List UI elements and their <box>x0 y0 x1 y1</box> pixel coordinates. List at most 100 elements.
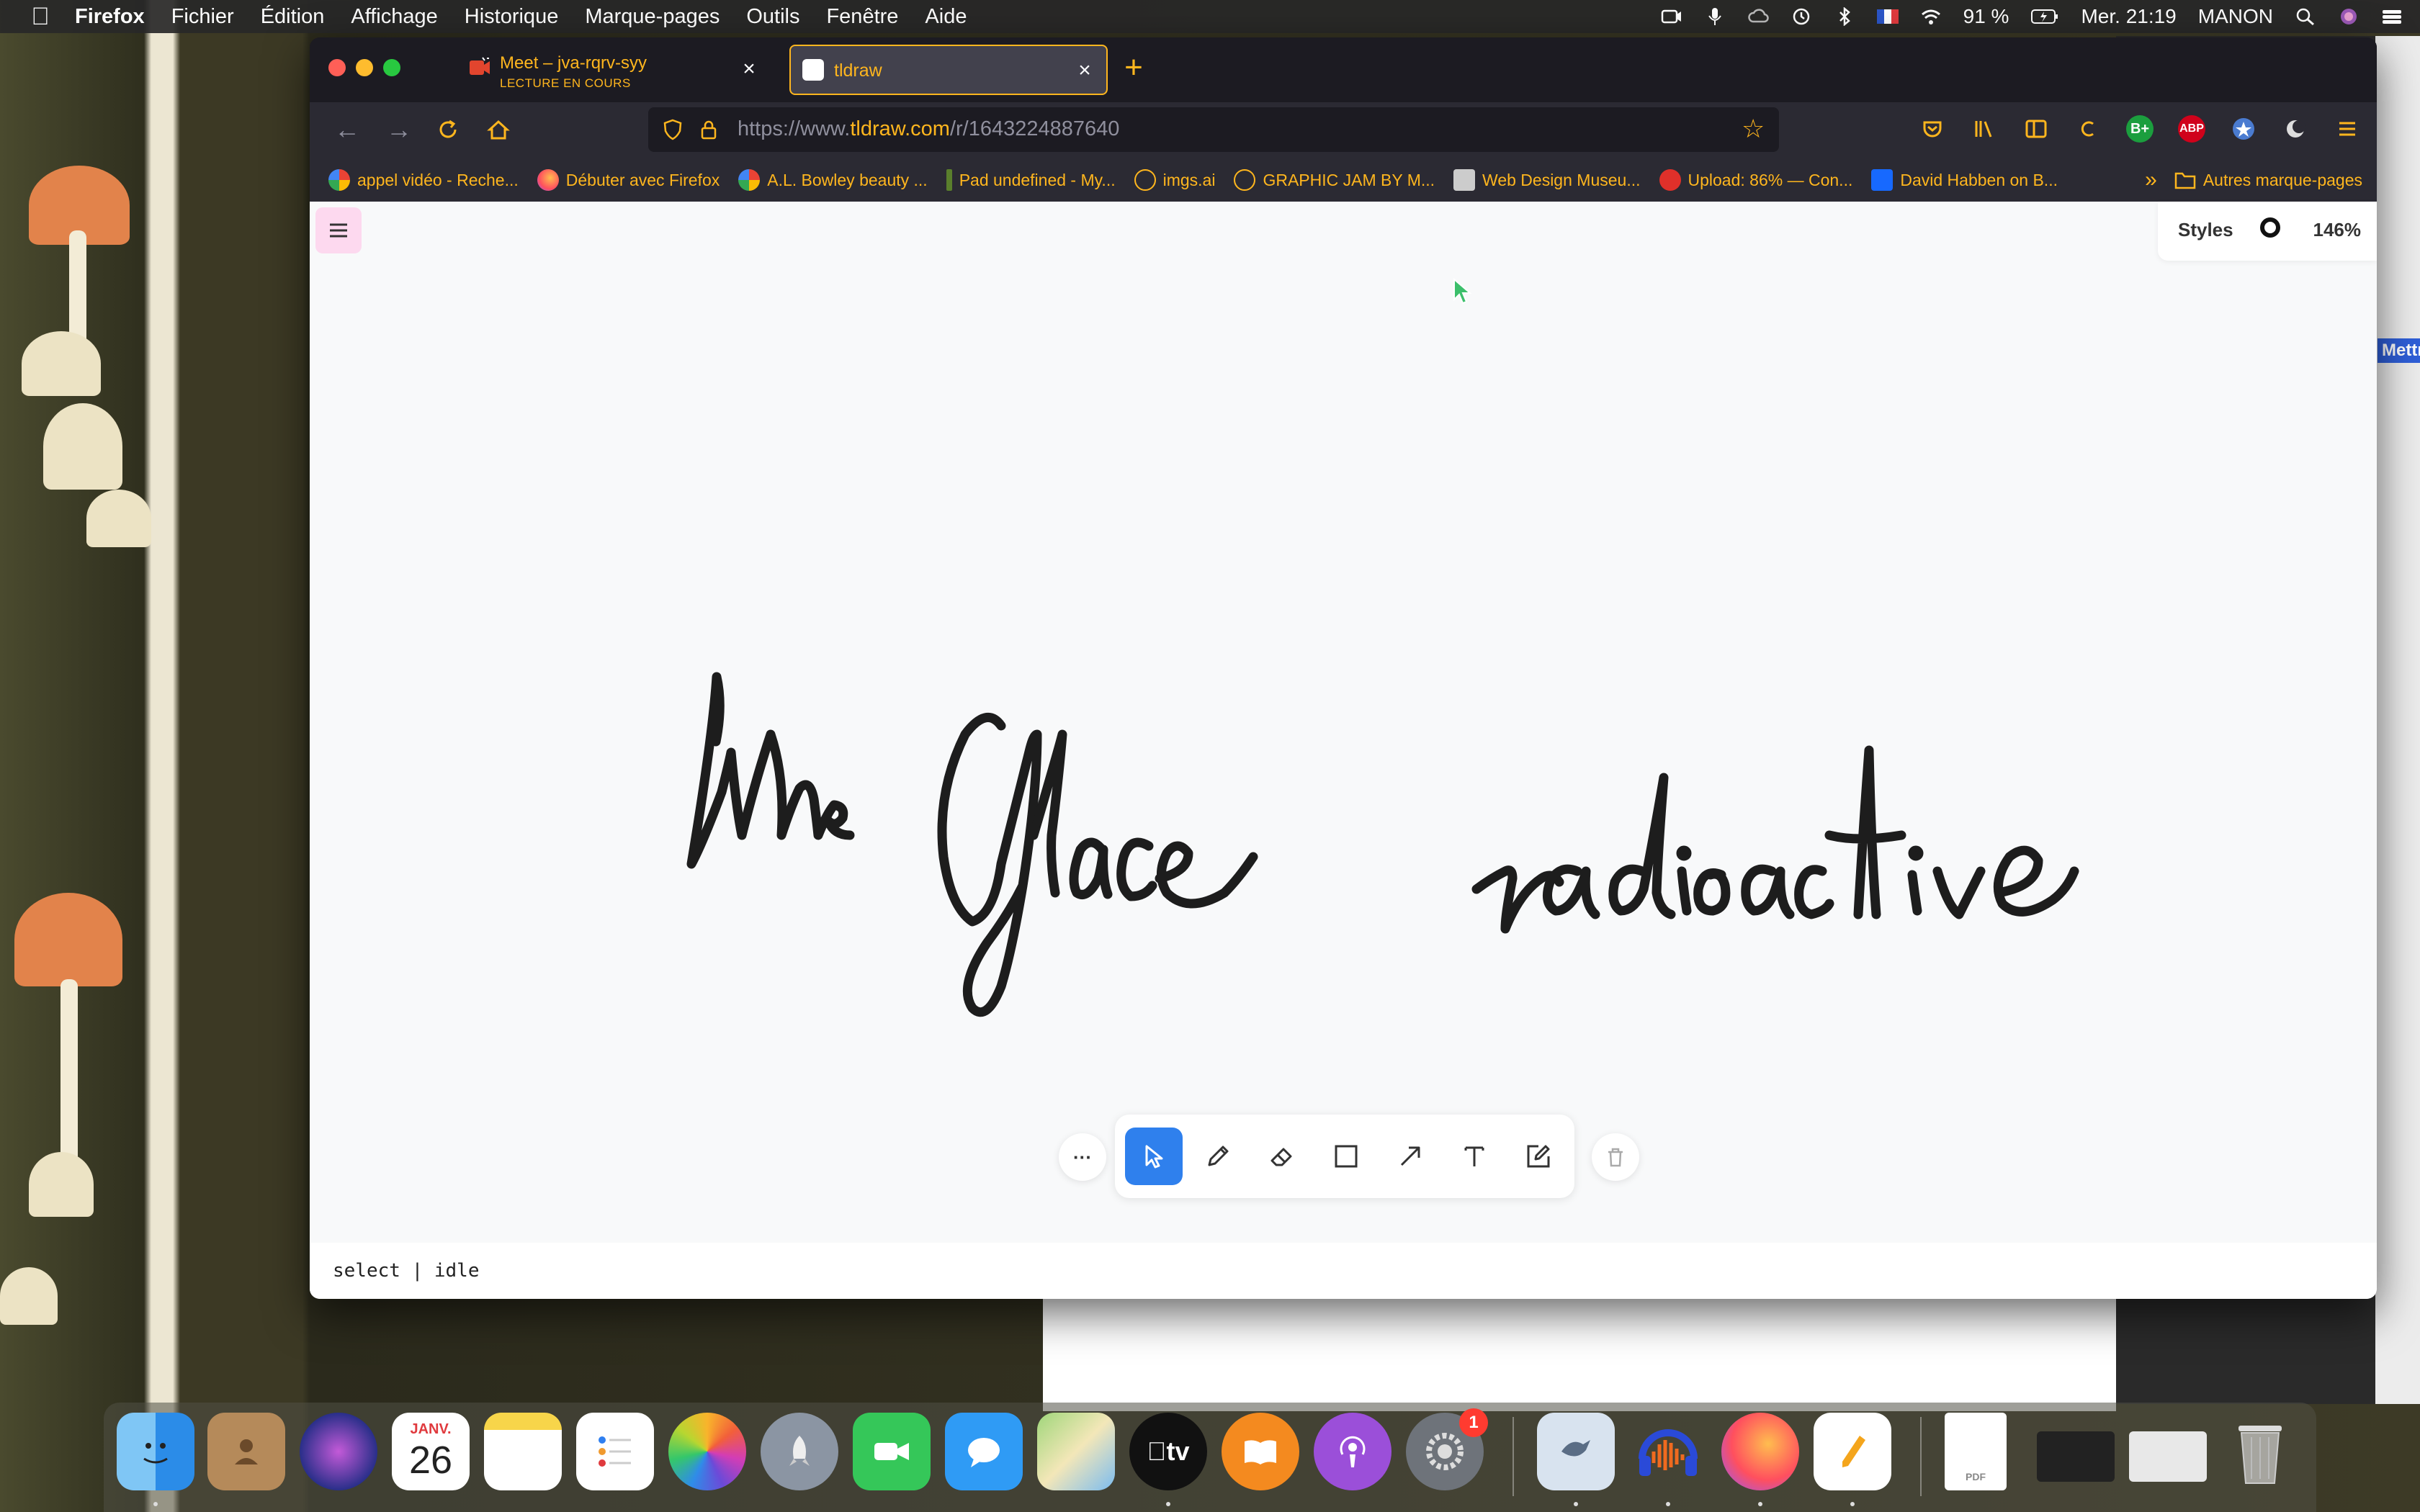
siri-app-icon[interactable] <box>300 1413 377 1490</box>
forward-button[interactable]: → <box>385 115 413 144</box>
menu-edition[interactable]: Édition <box>261 5 325 29</box>
extension-bplus-icon[interactable]: B+ <box>2126 115 2154 143</box>
tracking-shield-icon[interactable] <box>661 118 684 141</box>
styles-label[interactable]: Styles <box>2178 219 2233 241</box>
rectangle-tool-button[interactable] <box>1317 1128 1375 1185</box>
bookmark-star-icon[interactable]: ☆ <box>1742 116 1767 142</box>
books-icon[interactable] <box>1222 1413 1299 1490</box>
finder-icon[interactable] <box>117 1413 194 1490</box>
select-tool-button[interactable] <box>1125 1128 1183 1185</box>
trash-bin-icon[interactable] <box>2221 1413 2299 1490</box>
new-tab-button[interactable]: + <box>1121 52 1147 84</box>
bookmark-item[interactable]: imgs.ai <box>1134 169 1215 191</box>
back-button[interactable]: ← <box>333 115 362 144</box>
minimize-window-button[interactable] <box>356 59 373 76</box>
menu-app-name[interactable]: Firefox <box>75 5 145 29</box>
wifi-icon[interactable] <box>1920 7 1942 26</box>
apple-icon[interactable]:  <box>27 4 53 30</box>
time-machine-icon[interactable] <box>1791 7 1812 26</box>
creative-cloud-icon[interactable] <box>1747 7 1769 26</box>
tldraw-canvas[interactable]: Styles 146% ··· select | idle <box>310 202 2377 1299</box>
menu-historique[interactable]: Historique <box>465 5 559 29</box>
battery-percent[interactable]: 91 % <box>1963 5 2009 28</box>
bookmark-item[interactable]: Pad undefined - My... <box>946 169 1116 191</box>
calendar-icon[interactable]: JANV. 26 <box>392 1413 470 1490</box>
lock-icon[interactable] <box>697 118 720 141</box>
menu-marque-pages[interactable]: Marque-pages <box>585 5 720 29</box>
microphone-icon[interactable] <box>1704 7 1726 26</box>
bookmark-item[interactable]: A.L. Bowley beauty ... <box>738 169 928 191</box>
bookmark-item[interactable]: Web Design Museu... <box>1453 169 1641 191</box>
contacts-icon[interactable] <box>207 1413 285 1490</box>
menu-fenetre[interactable]: Fenêtre <box>826 5 898 29</box>
close-tab-icon[interactable]: × <box>739 58 759 80</box>
draw-tool-button[interactable] <box>1189 1128 1247 1185</box>
adblock-plus-icon[interactable]: ABP <box>2178 115 2205 143</box>
bookmark-item[interactable]: Débuter avec Firefox <box>537 169 720 191</box>
hamburger-menu-icon[interactable] <box>2334 115 2361 143</box>
reload-icon[interactable] <box>434 115 462 144</box>
control-center-icon[interactable] <box>2381 7 2403 26</box>
siri-icon[interactable] <box>2338 7 2360 26</box>
close-tab-icon[interactable]: × <box>1075 60 1095 81</box>
bluetooth-icon[interactable] <box>1834 7 1855 26</box>
styles-panel[interactable]: Styles 146% <box>2158 202 2377 261</box>
extension-dark-reader-icon[interactable] <box>2282 115 2309 143</box>
firefox-window-thumbnail-icon[interactable] <box>2129 1431 2207 1482</box>
audacity-icon[interactable] <box>1629 1413 1707 1490</box>
window-thumbnail-icon[interactable] <box>2037 1431 2115 1482</box>
facetime-icon[interactable] <box>853 1413 931 1490</box>
battery-icon[interactable] <box>2030 7 2059 26</box>
bookmark-item[interactable]: appel vidéo - Reche... <box>328 169 519 191</box>
pages-icon[interactable] <box>1814 1413 1891 1490</box>
spotlight-search-icon[interactable] <box>2295 7 2316 26</box>
mail-icon[interactable] <box>1537 1413 1615 1490</box>
french-flag-icon[interactable] <box>1876 9 1899 24</box>
library-icon[interactable] <box>1971 115 1998 143</box>
camera-icon[interactable] <box>1661 7 1682 26</box>
eraser-tool-button[interactable] <box>1253 1128 1311 1185</box>
podcasts-icon[interactable] <box>1314 1413 1392 1490</box>
notes-icon[interactable] <box>484 1413 562 1490</box>
tldraw-menu-button[interactable] <box>315 207 362 253</box>
more-tools-button[interactable]: ··· <box>1059 1133 1106 1181</box>
menu-affichage[interactable]: Affichage <box>351 5 437 29</box>
style-color-circle-icon[interactable] <box>2260 217 2280 238</box>
sticky-tool-button[interactable] <box>1510 1128 1567 1185</box>
zoom-level[interactable]: 146% <box>2313 219 2362 241</box>
photos-icon[interactable] <box>668 1413 746 1490</box>
arrow-tool-button[interactable] <box>1381 1128 1439 1185</box>
pencil-icon <box>1208 1146 1229 1166</box>
maps-icon[interactable] <box>1037 1413 1115 1490</box>
bookmark-item[interactable]: David Habben on B... <box>1871 169 2058 191</box>
chevron-double-right-icon[interactable]: » <box>2145 168 2157 192</box>
clock[interactable]: Mer. 21:19 <box>2081 5 2176 28</box>
menu-fichier[interactable]: Fichier <box>171 5 234 29</box>
extension-c-icon[interactable] <box>2074 115 2102 143</box>
system-preferences-icon[interactable]: 1 <box>1406 1408 1488 1490</box>
zoom-window-button[interactable] <box>383 59 400 76</box>
close-window-button[interactable] <box>328 59 346 76</box>
menu-aide[interactable]: Aide <box>925 5 967 29</box>
pocket-icon[interactable] <box>1919 115 1946 143</box>
launchpad-icon[interactable] <box>761 1413 838 1490</box>
pdf-document-icon[interactable]: PDF <box>1945 1413 2007 1490</box>
user-name[interactable]: MANON <box>2198 5 2273 28</box>
home-icon[interactable] <box>484 115 513 144</box>
menu-outils[interactable]: Outils <box>746 5 799 29</box>
reminders-icon[interactable] <box>576 1413 654 1490</box>
firefox-app-icon[interactable] <box>1721 1413 1799 1490</box>
bookmark-item[interactable]: Upload: 86% — Con... <box>1659 169 1852 191</box>
bookmark-item[interactable]: GRAPHIC JAM BY M... <box>1234 169 1435 191</box>
tab-tldraw[interactable]: tldraw × <box>789 45 1108 95</box>
messages-icon[interactable] <box>945 1413 1023 1490</box>
url-bar[interactable]: https://www.tldraw.com/r/1643224887640 ☆ <box>648 107 1779 152</box>
other-bookmarks[interactable]: » Autres marque-pages <box>2145 168 2362 192</box>
tab-meet[interactable]: Meet – jva-rqrv-syy LECTURE EN COURS × <box>468 45 771 95</box>
delete-button[interactable] <box>1592 1133 1639 1181</box>
text-tool-button[interactable] <box>1446 1128 1503 1185</box>
extension-star-icon[interactable] <box>2230 115 2257 143</box>
tv-icon[interactable]: tv <box>1129 1413 1207 1490</box>
url-text[interactable]: https://www.tldraw.com/r/1643224887640 <box>738 117 1119 141</box>
sidebar-icon[interactable] <box>2022 115 2050 143</box>
